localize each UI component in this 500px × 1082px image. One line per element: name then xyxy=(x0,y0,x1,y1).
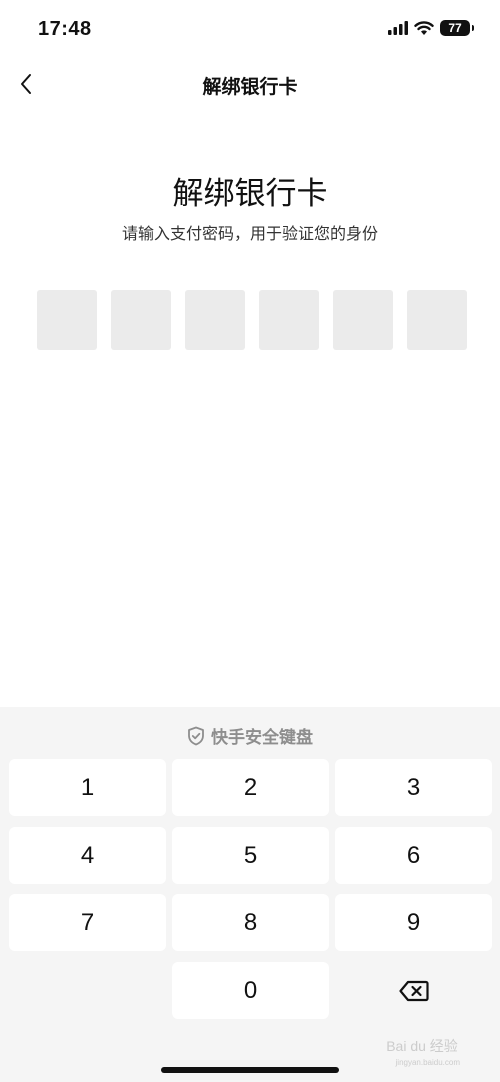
key-6[interactable]: 6 xyxy=(335,827,492,884)
key-2[interactable]: 2 xyxy=(172,759,329,816)
key-9[interactable]: 9 xyxy=(335,894,492,951)
watermark-sub: jingyan.baidu.com xyxy=(395,1058,460,1067)
key-4[interactable]: 4 xyxy=(9,827,166,884)
keyboard-label-text: 快手安全键盘 xyxy=(211,728,313,747)
pin-box-1[interactable] xyxy=(37,290,97,350)
status-bar: 17:48 77 xyxy=(0,0,500,60)
home-indicator[interactable] xyxy=(161,1067,339,1073)
pin-box-4[interactable] xyxy=(259,290,319,350)
nav-bar: 解绑银行卡 xyxy=(0,60,500,108)
pin-box-2[interactable] xyxy=(111,290,171,350)
key-blank xyxy=(9,962,166,1019)
wifi-icon xyxy=(414,20,434,35)
pin-box-6[interactable] xyxy=(407,290,467,350)
shield-check-icon xyxy=(188,726,204,745)
key-8[interactable]: 8 xyxy=(172,894,329,951)
key-1[interactable]: 1 xyxy=(9,759,166,816)
status-time: 17:48 xyxy=(38,18,92,40)
key-0[interactable]: 0 xyxy=(172,962,329,1019)
secure-keyboard: 快手安全键盘 1 2 3 4 5 6 7 8 9 0 xyxy=(0,707,500,1082)
battery-icon: 77 xyxy=(440,20,474,36)
pin-box-5[interactable] xyxy=(333,290,393,350)
key-7[interactable]: 7 xyxy=(9,894,166,951)
status-icons: 77 xyxy=(388,20,474,36)
page-title: 解绑银行卡 xyxy=(202,77,298,98)
backspace-key[interactable] xyxy=(335,962,492,1019)
key-3[interactable]: 3 xyxy=(335,759,492,816)
signal-bars-icon xyxy=(388,21,408,35)
pin-input[interactable] xyxy=(37,290,467,350)
keyboard-label: 快手安全键盘 xyxy=(0,723,500,748)
main-heading: 解绑银行卡 xyxy=(172,176,328,211)
pin-box-3[interactable] xyxy=(185,290,245,350)
key-5[interactable]: 5 xyxy=(172,827,329,884)
main-subtitle: 请输入支付密码，用于验证您的身份 xyxy=(121,226,378,243)
backspace-icon xyxy=(398,980,429,1001)
